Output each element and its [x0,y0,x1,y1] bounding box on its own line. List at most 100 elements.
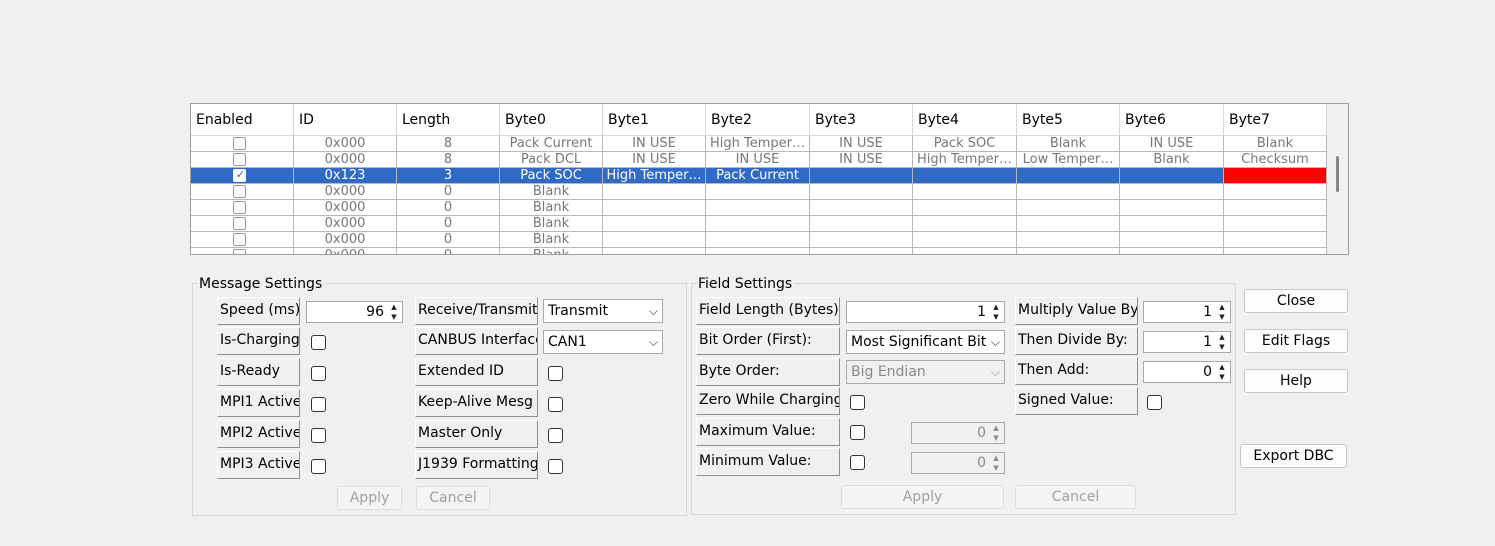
mpi3-checkbox[interactable] [311,459,326,474]
grid-cell[interactable] [913,216,1017,232]
grid-cell[interactable] [1224,232,1327,248]
grid-cell[interactable] [1120,216,1224,232]
grid-cell[interactable]: High Temper… [603,168,706,184]
j1939-formatting-checkbox[interactable] [548,459,563,474]
table-row[interactable]: ✓0x0008Pack DCLIN USEIN USEIN USEHigh Te… [191,152,1327,168]
grid-cell[interactable]: 0x123 [294,168,397,184]
column-header[interactable]: Byte3 [810,104,913,136]
column-header[interactable]: Byte6 [1120,104,1224,136]
table-row[interactable]: ✓ 0x0000Blank [191,200,1327,216]
grid-cell[interactable] [1017,248,1120,254]
bit-order-select[interactable]: Most Significant Bit ⌵ [846,330,1005,354]
grid-cell[interactable] [1224,248,1327,254]
spinner-arrows-icon[interactable]: ▲ ▼ [988,302,1004,322]
grid-cell[interactable] [1120,248,1224,254]
grid-cell[interactable] [603,248,706,254]
grid-cell[interactable]: Blank [500,248,603,254]
column-header[interactable]: Byte0 [500,104,603,136]
grid-cell[interactable] [706,248,810,254]
grid-cell[interactable] [603,200,706,216]
grid-cell[interactable]: Pack SOC [500,168,603,184]
grid-cell[interactable] [913,200,1017,216]
grid-cell[interactable]: Checksum [1224,152,1327,168]
grid-cell[interactable]: Pack Current [706,168,810,184]
enabled-checkbox[interactable]: ✓ [233,233,246,246]
grid-cell[interactable]: IN USE [603,152,706,168]
grid-cell[interactable] [1224,200,1327,216]
enabled-checkbox[interactable]: ✓ [233,217,246,230]
field-length-spinner[interactable]: 1 ▲ ▼ [846,301,1005,323]
grid-cell[interactable]: Blank [500,216,603,232]
grid-cell[interactable] [1120,168,1224,184]
column-header[interactable]: Byte7 [1224,104,1327,136]
grid-cell[interactable]: High Temper… [706,136,810,152]
enabled-checkbox[interactable]: ✓ [233,153,246,166]
grid-cell[interactable]: 3 [397,168,500,184]
mpi1-checkbox[interactable] [311,397,326,412]
divide-by-spinner[interactable]: 1 ▲ ▼ [1143,331,1231,353]
column-header[interactable]: Byte4 [913,104,1017,136]
master-only-checkbox[interactable] [548,428,563,443]
grid-cell[interactable] [1224,184,1327,200]
grid-cell[interactable]: 0x000 [294,200,397,216]
grid-cell[interactable] [913,184,1017,200]
column-header[interactable]: Byte1 [603,104,706,136]
grid-cell[interactable] [603,216,706,232]
message-apply-button[interactable]: Apply [337,486,402,510]
message-grid[interactable]: Enabled ID Length Byte0 Byte1 Byte2 Byte3 Byte4… [190,103,1349,255]
grid-cell[interactable]: High Temper… [913,152,1017,168]
enabled-checkbox[interactable]: ✓ [233,185,246,198]
grid-cell[interactable]: Blank [500,184,603,200]
grid-cell[interactable]: 0 [397,248,500,254]
mpi2-checkbox[interactable] [311,428,326,443]
spinner-arrows-icon[interactable]: ▲ ▼ [1214,302,1230,322]
grid-cell[interactable] [913,168,1017,184]
enabled-cell[interactable]: ✓ [191,168,294,184]
enabled-cell[interactable]: ✓ [191,136,294,152]
grid-cell[interactable] [810,168,913,184]
grid-cell[interactable] [810,248,913,254]
enabled-cell[interactable]: ✓ [191,152,294,168]
extended-id-checkbox[interactable] [548,366,563,381]
table-row[interactable]: ✓0x0008Pack CurrentIN USEHigh Temper…IN … [191,136,1327,152]
enabled-cell[interactable]: ✓ [191,216,294,232]
grid-cell[interactable] [706,200,810,216]
column-header[interactable]: Byte5 [1017,104,1120,136]
grid-cell[interactable] [810,184,913,200]
grid-cell[interactable]: 0x000 [294,184,397,200]
speed-spinner[interactable]: 96 ▲ ▼ [306,301,403,323]
grid-cell[interactable] [913,248,1017,254]
grid-cell[interactable] [1017,232,1120,248]
canbus-interface-select[interactable]: CAN1 ⌵ [543,330,663,354]
grid-cell[interactable] [810,216,913,232]
edit-flags-button[interactable]: Edit Flags [1244,329,1348,353]
grid-cell[interactable]: 0x000 [294,152,397,168]
field-cancel-button[interactable]: Cancel [1015,485,1136,509]
enabled-cell[interactable]: ✓ [191,248,294,254]
grid-cell[interactable]: Blank [500,200,603,216]
spinner-arrows-icon[interactable]: ▲ ▼ [988,453,1004,473]
is-ready-checkbox[interactable] [311,366,326,381]
grid-cell[interactable] [1224,216,1327,232]
export-dbc-button[interactable]: Export DBC [1240,444,1347,468]
grid-cell[interactable] [1120,200,1224,216]
grid-cell[interactable]: IN USE [1120,136,1224,152]
grid-cell[interactable] [706,232,810,248]
signed-value-checkbox[interactable] [1147,395,1162,410]
byte-order-select[interactable]: Big Endian ⌵ [846,360,1005,384]
maximum-value-spinner[interactable]: 0 ▲ ▼ [911,422,1005,444]
grid-cell[interactable]: Pack DCL [500,152,603,168]
grid-cell[interactable]: Pack Current [500,136,603,152]
zero-while-charging-checkbox[interactable] [850,395,865,410]
grid-cell[interactable] [1224,168,1327,184]
grid-cell[interactable]: Blank [1120,152,1224,168]
grid-cell[interactable] [603,184,706,200]
grid-cell[interactable] [1017,216,1120,232]
table-row[interactable]: ✓ 0x0000Blank [191,216,1327,232]
then-add-spinner[interactable]: 0 ▲ ▼ [1143,361,1231,383]
column-header[interactable]: Length [397,104,500,136]
spinner-arrows-icon[interactable]: ▲ ▼ [386,302,402,322]
grid-cell[interactable]: 0x000 [294,248,397,254]
grid-cell[interactable]: IN USE [810,136,913,152]
table-row[interactable]: ✓ 0x0000Blank [191,248,1327,254]
